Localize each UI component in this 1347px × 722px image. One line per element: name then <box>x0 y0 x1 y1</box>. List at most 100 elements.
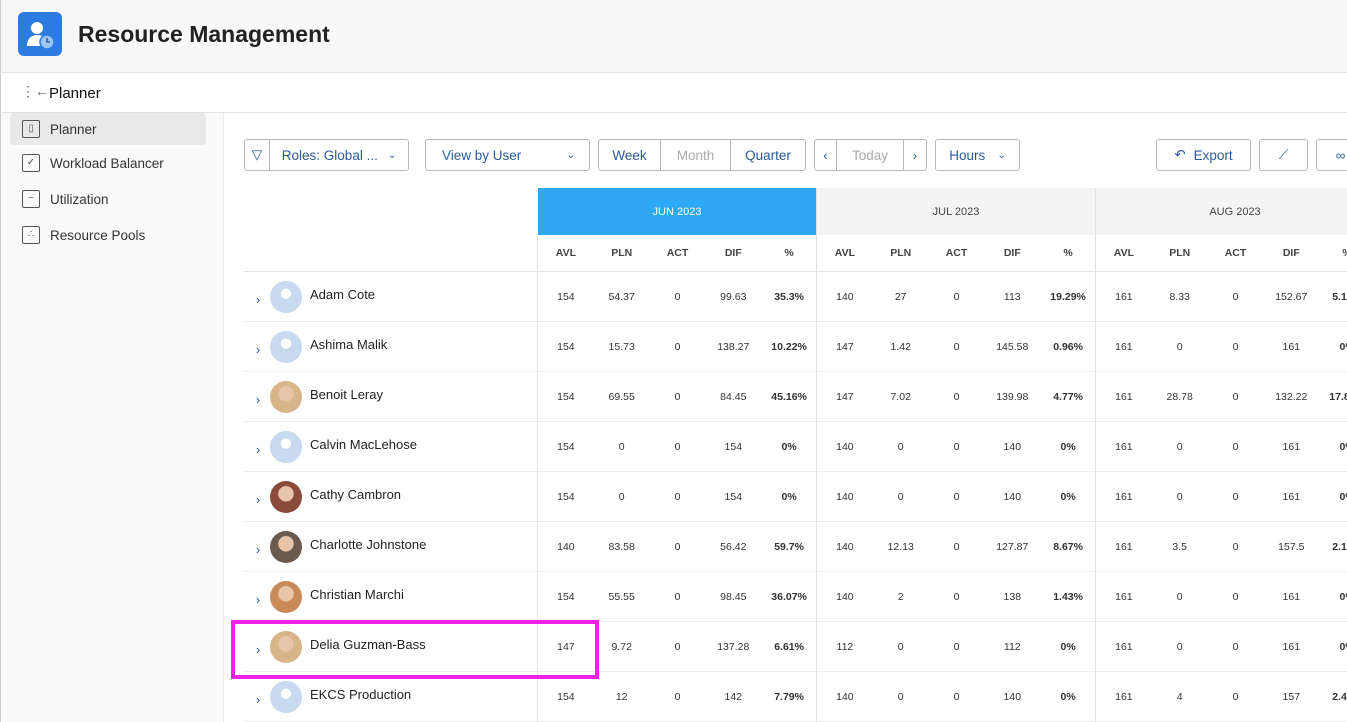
planner-grid: JUN 2023 AVL PLN ACT DIF% JUL 2023 AVL PLN ACT DI… <box>244 188 1347 722</box>
month-button[interactable]: Month <box>661 140 731 170</box>
value-pln: 83.58 <box>608 541 635 553</box>
quarter-button[interactable]: Quarter <box>731 140 805 170</box>
month-values: 161 0 0 161 0% <box>1096 472 1347 522</box>
sidebar-item-workload-balancer[interactable]: ✓ Workload Balancer <box>10 147 206 179</box>
value-pln: 2 <box>897 591 904 603</box>
value-pln: 0 <box>1176 641 1183 653</box>
value-act: 0 <box>1232 541 1239 553</box>
column-headers: AVL PLN ACT DIF% <box>1096 235 1347 272</box>
sidebar-item-utilization[interactable]: ~ Utilization <box>10 183 206 215</box>
value-dif: 138 <box>1003 591 1022 603</box>
sidebar-item-label: Workload Balancer <box>50 155 164 171</box>
month-values: 154 0 0 154 0% <box>538 422 817 472</box>
column-header: PLN <box>1169 247 1191 259</box>
table-row[interactable]: › Delia Guzman-Bass 147 9.72 0 137.28 6.61% 112… <box>244 622 1347 672</box>
avatar <box>270 581 302 613</box>
value-act: 0 <box>1232 491 1239 503</box>
user-name[interactable]: Charlotte Johnstone <box>310 537 426 552</box>
table-row[interactable]: › Calvin MacLehose 154 0 0 154 0% 140 0 0 140 0% 161… <box>244 422 1347 472</box>
table-row[interactable]: › Benoit Leray 154 69.55 0 84.45 45.16% 147 7.02… <box>244 372 1347 422</box>
value-act: 0 <box>674 291 681 303</box>
month-values: 161 8.33 0 152.67 5.18% <box>1096 272 1347 322</box>
header-spacer <box>244 235 538 272</box>
today-button[interactable]: Today <box>837 140 904 170</box>
value-avl: 161 <box>1115 541 1133 553</box>
view-label: View by User <box>442 147 522 163</box>
user-name[interactable]: Delia Guzman-Bass <box>310 637 426 652</box>
table-row[interactable]: › Cathy Cambron 154 0 0 154 0% 140 0 0 140 0% 161 0 0 1… <box>244 472 1347 522</box>
value-dif: 98.45 <box>720 591 747 603</box>
column-header: ACT <box>1224 247 1247 259</box>
value-pct: 8.67% <box>1053 541 1083 553</box>
chart-button[interactable]: ⟋ <box>1259 139 1308 171</box>
expand-chevron-icon[interactable]: › <box>246 542 270 557</box>
app-title: Resource Management <box>78 21 330 47</box>
table-row[interactable]: › Adam Cote 154 54.37 0 99.63 35.3% 140 27 0 113 19… <box>244 272 1347 322</box>
expand-chevron-icon[interactable]: › <box>246 642 270 657</box>
table-row[interactable]: › Charlotte Johnstone 140 83.58 0 56.42 59.7% 1… <box>244 522 1347 572</box>
table-row[interactable]: › Ashima Malik 154 15.73 0 138.27 10.22% 147 1.4… <box>244 322 1347 372</box>
expand-chevron-icon[interactable]: › <box>246 442 270 457</box>
value-dif: 113 <box>1003 291 1021 303</box>
user-name[interactable]: Christian Marchi <box>310 587 404 602</box>
units-dropdown[interactable]: Hours ⌄ <box>935 139 1020 171</box>
value-dif: 112 <box>1003 641 1021 653</box>
user-cell: › Benoit Leray <box>244 372 538 422</box>
next-button[interactable]: › <box>904 140 926 170</box>
month-values: 161 0 0 161 0% <box>1096 572 1347 622</box>
sidebar-item-planner[interactable]: ▯ Planner <box>10 113 206 145</box>
export-button[interactable]: ↶ Export <box>1156 139 1251 171</box>
calendar-check-icon: ✓ <box>22 154 40 172</box>
line-chart-icon: ⟋ <box>1278 147 1289 162</box>
table-row[interactable]: › EKCS Production 154 12 0 142 7.79% 140 0 0 140 0%… <box>244 672 1347 722</box>
user-name[interactable]: Ashima Malik <box>310 337 387 352</box>
user-name[interactable]: Benoit Leray <box>310 387 383 402</box>
link-button[interactable]: ∞ <box>1316 139 1347 171</box>
user-name[interactable]: Adam Cote <box>310 287 375 302</box>
value-avl: 147 <box>836 341 854 353</box>
filter-button[interactable]: ▽ <box>244 139 270 171</box>
user-name[interactable]: EKCS Production <box>310 687 411 702</box>
value-avl: 154 <box>557 441 575 453</box>
user-name[interactable]: Cathy Cambron <box>310 487 401 502</box>
value-act: 0 <box>674 341 681 353</box>
value-pln: 0 <box>618 441 625 453</box>
expand-chevron-icon[interactable]: › <box>246 492 270 507</box>
share-icon: ↶ <box>1174 147 1186 162</box>
chevron-left-icon: ‹ <box>823 147 828 163</box>
value-avl: 161 <box>1115 441 1133 453</box>
value-pct: 0% <box>1339 441 1347 453</box>
value-pct: 45.16% <box>771 391 807 403</box>
month-values: 140 27 0 113 19.29% <box>817 272 1096 322</box>
avatar <box>270 381 302 413</box>
week-button[interactable]: Week <box>599 140 661 170</box>
value-avl: 140 <box>836 291 854 303</box>
value-act: 0 <box>953 341 960 353</box>
value-pct: 0% <box>781 491 797 503</box>
value-pln: 27 <box>894 291 907 303</box>
table-row[interactable]: › Christian Marchi 154 55.55 0 98.45 36.07% 140… <box>244 572 1347 622</box>
collapse-panel-icon[interactable]: ⋮← <box>21 83 49 100</box>
month-values: 154 12 0 142 7.79% <box>538 672 817 722</box>
value-pln: 0 <box>897 641 904 653</box>
value-pct: 10.22% <box>771 341 807 353</box>
column-header: AVL <box>834 247 856 259</box>
column-header: ACT <box>666 247 689 259</box>
value-pln: 4 <box>1176 691 1183 703</box>
user-cell: › Charlotte Johnstone <box>244 522 538 572</box>
month-values: 154 69.55 0 84.45 45.16% <box>538 372 817 422</box>
expand-chevron-icon[interactable]: › <box>246 392 270 407</box>
expand-chevron-icon[interactable]: › <box>246 292 270 307</box>
user-name[interactable]: Calvin MacLehose <box>310 437 417 452</box>
view-by-dropdown[interactable]: View by User ⌄ <box>425 139 590 171</box>
month-values: 161 0 0 161 0% <box>1096 322 1347 372</box>
expand-chevron-icon[interactable]: › <box>246 692 270 707</box>
value-avl: 161 <box>1115 641 1133 653</box>
expand-chevron-icon[interactable]: › <box>246 592 270 607</box>
value-act: 0 <box>1232 341 1239 353</box>
expand-chevron-icon[interactable]: › <box>246 342 270 357</box>
roles-dropdown[interactable]: Roles: Global ... ⌄ <box>269 139 409 171</box>
month-values: 161 4 0 157 2.48% <box>1096 672 1347 722</box>
sidebar-item-resource-pools[interactable]: ∴ Resource Pools <box>10 219 206 251</box>
prev-button[interactable]: ‹ <box>815 140 837 170</box>
